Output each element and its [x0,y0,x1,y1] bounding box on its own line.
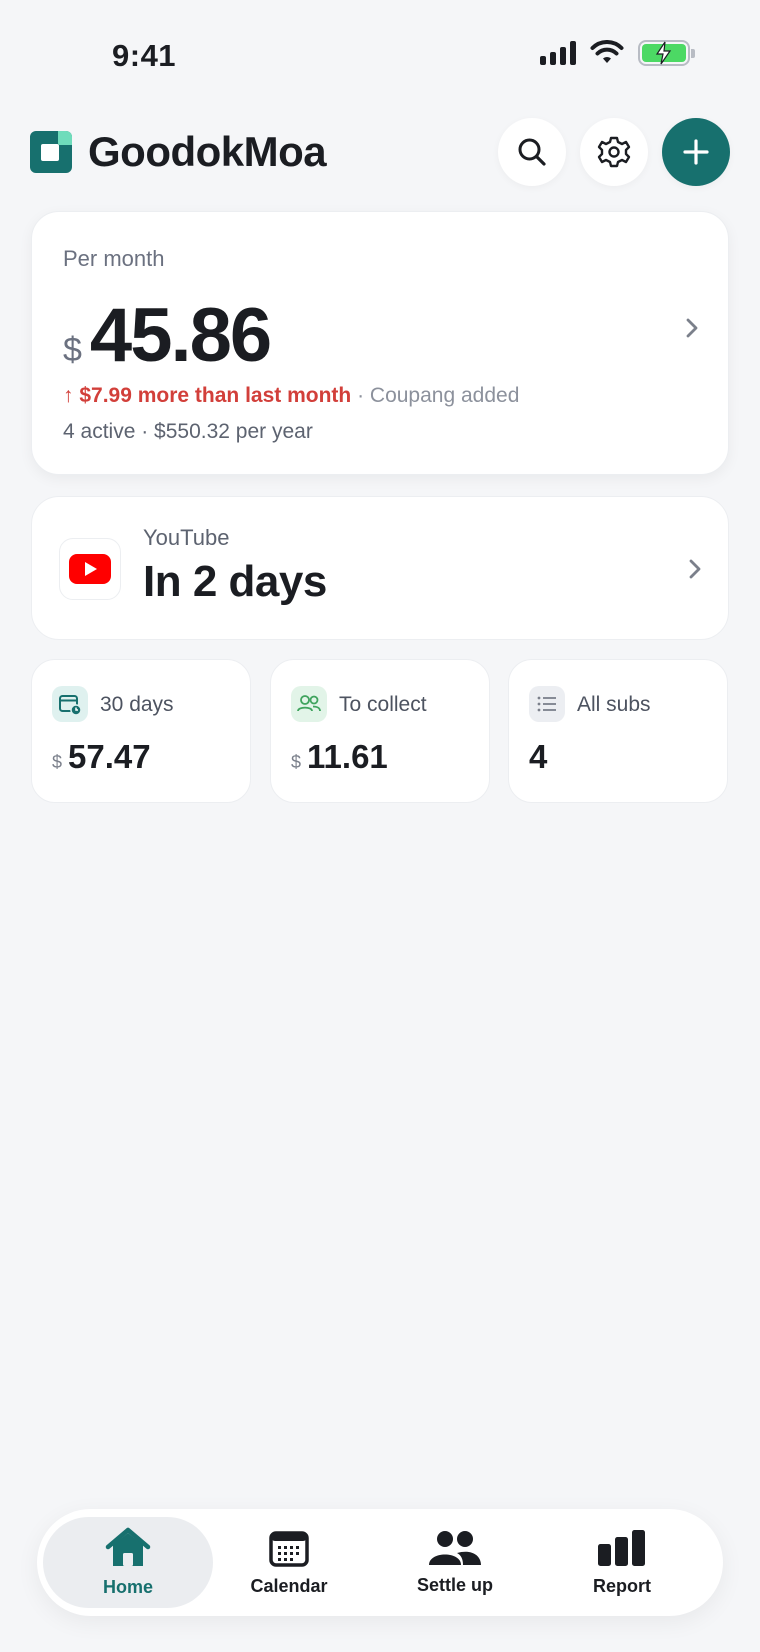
monthly-summary-card[interactable]: Per month $ 45.86 ↑ $7.99 more than last… [31,211,729,475]
stat-card-to-collect[interactable]: To collect $ 11.61 [270,659,490,803]
stat-value: 4 [529,738,547,776]
monthly-change: ↑ $7.99 more than last month · Coupang a… [63,384,519,408]
stat-label: All subs [577,693,651,716]
bottom-navigation: Home Calendar Settle up Report [37,1509,723,1616]
settings-button[interactable] [580,118,648,186]
next-payment-service: YouTube [143,525,230,550]
nav-label: Report [593,1576,651,1596]
nav-label: Calendar [250,1576,328,1596]
youtube-logo [59,538,121,600]
wifi-icon [590,40,624,63]
stat-amount: 11.61 [307,738,388,775]
nav-item-report[interactable]: Report [537,1517,707,1608]
battery-charging-icon [638,40,695,66]
next-payment-card[interactable]: YouTube In 2 days [31,496,729,640]
search-icon [518,138,546,166]
nav-label: Home [102,1577,153,1597]
stat-count: 4 [529,738,548,775]
status-icons [540,40,695,66]
stat-value: $ 57.47 [52,738,151,776]
currency-symbol: $ [291,752,302,772]
stat-value: $ 11.61 [291,738,388,776]
search-button[interactable] [498,118,566,186]
stat-label: To collect [339,693,427,716]
nav-item-home[interactable]: Home [43,1517,213,1608]
app-logo-icon [30,131,72,173]
currency-symbol: $ [63,331,82,369]
monthly-amount: 45.86 [89,293,272,378]
add-subscription-button[interactable] [662,118,730,186]
summary-label: Per month [63,246,165,271]
next-payment-when: In 2 days [143,557,327,606]
calendar-icon [269,1531,309,1567]
calendar-clock-icon [52,686,88,722]
summary-subline: 4 active · $550.32 per year [63,420,313,443]
cellular-signal-icon [540,41,576,65]
nav-item-calendar[interactable]: Calendar [204,1517,374,1608]
change-note: · Coupang added [351,384,520,407]
status-bar: 9:41 [0,0,760,110]
app-title: GoodokMoa [88,128,327,175]
monthly-total: $ 45.86 [63,292,272,379]
status-time: 9:41 [112,38,177,73]
stat-amount: 57.47 [68,738,151,775]
stat-card-all-subs[interactable]: All subs 4 [508,659,728,803]
app-header: GoodokMoa [30,118,730,186]
chevron-right-icon [686,318,698,338]
chevron-right-icon [689,559,701,579]
stat-card-30-days[interactable]: 30 days $ 57.47 [31,659,251,803]
people-icon [291,686,327,722]
people-icon [429,1531,481,1565]
stat-label: 30 days [100,693,174,716]
nav-label: Settle up [416,1575,493,1595]
list-icon [529,686,565,722]
home-icon [105,1527,151,1566]
header-actions [498,118,730,186]
change-amount: ↑ $7.99 more than last month [63,384,352,407]
currency-symbol: $ [52,752,63,772]
bar-chart-icon [598,1530,645,1566]
plus-icon [683,139,709,165]
nav-item-settle-up[interactable]: Settle up [370,1517,540,1608]
gear-icon [597,136,631,168]
